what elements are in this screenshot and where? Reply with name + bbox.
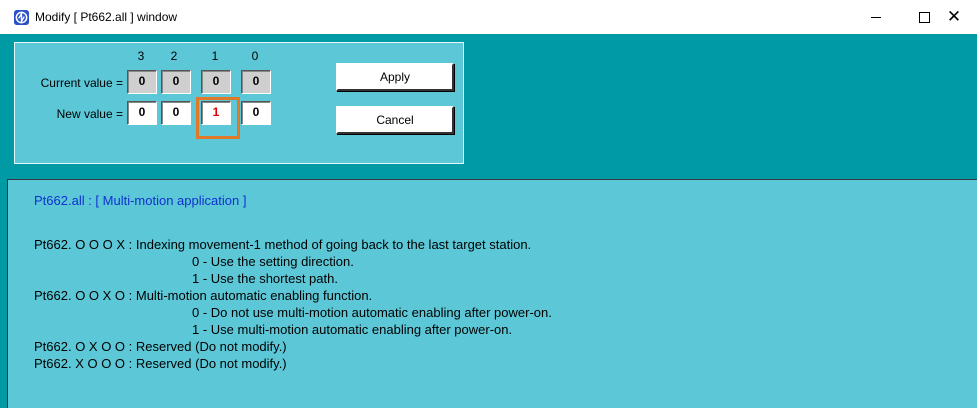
new-value-label: New value = (56, 107, 123, 121)
desc-line-digit1-opt1: 1 - Use multi-motion automatic enabling … (192, 322, 513, 337)
desc-line-digit3: Pt662. X O O O : Reserved (Do not modify… (34, 356, 287, 371)
desc-line-digit2: Pt662. O X O O : Reserved (Do not modify… (34, 339, 287, 354)
current-digit-2: 0 (161, 70, 191, 94)
maximize-icon (918, 11, 930, 23)
digit-header-2: 2 (170, 49, 178, 63)
desc-line-digit0-opt1: 1 - Use the shortest path. (192, 271, 338, 286)
close-icon: ✕ (946, 6, 962, 27)
minimize-button[interactable] (853, 0, 899, 34)
cancel-button[interactable]: Cancel (336, 106, 454, 134)
description-title: Pt662.all : [ Multi-motion application ] (34, 193, 247, 208)
apply-button[interactable]: Apply (336, 63, 454, 91)
minimize-icon (871, 16, 881, 18)
current-value-label: Current value = (40, 76, 123, 90)
new-digit-2-input[interactable]: 0 (161, 101, 191, 125)
new-digit-0-input[interactable]: 0 (241, 101, 271, 125)
current-digit-1: 0 (201, 70, 231, 94)
current-digit-3: 0 (127, 70, 157, 94)
close-button[interactable]: ✕ (931, 0, 977, 34)
client-area: 3 2 1 0 Current value = New value = 0 0 … (0, 34, 977, 408)
desc-line-digit0: Pt662. O O O X : Indexing movement-1 met… (34, 237, 532, 252)
digit-header-0: 0 (251, 49, 259, 63)
new-digit-3-input[interactable]: 0 (127, 101, 157, 125)
digit-header-3: 3 (137, 49, 145, 63)
app-logo-icon (14, 10, 29, 25)
desc-line-digit0-opt0: 0 - Use the setting direction. (192, 254, 354, 269)
desc-line-digit1: Pt662. O O X O : Multi-motion automatic … (34, 288, 373, 303)
window-title: Modify [ Pt662.all ] window (35, 10, 178, 24)
title-bar: Modify [ Pt662.all ] window ✕ (0, 0, 977, 34)
digit-header-1: 1 (211, 49, 219, 63)
desc-line-digit1-opt0: 0 - Do not use multi-motion automatic en… (192, 305, 552, 320)
parameter-description: Pt662.all : [ Multi-motion application ]… (7, 179, 977, 408)
value-editor-panel: 3 2 1 0 Current value = New value = 0 0 … (14, 42, 464, 164)
current-digit-0: 0 (241, 70, 271, 94)
changed-digit-highlight (196, 97, 240, 139)
